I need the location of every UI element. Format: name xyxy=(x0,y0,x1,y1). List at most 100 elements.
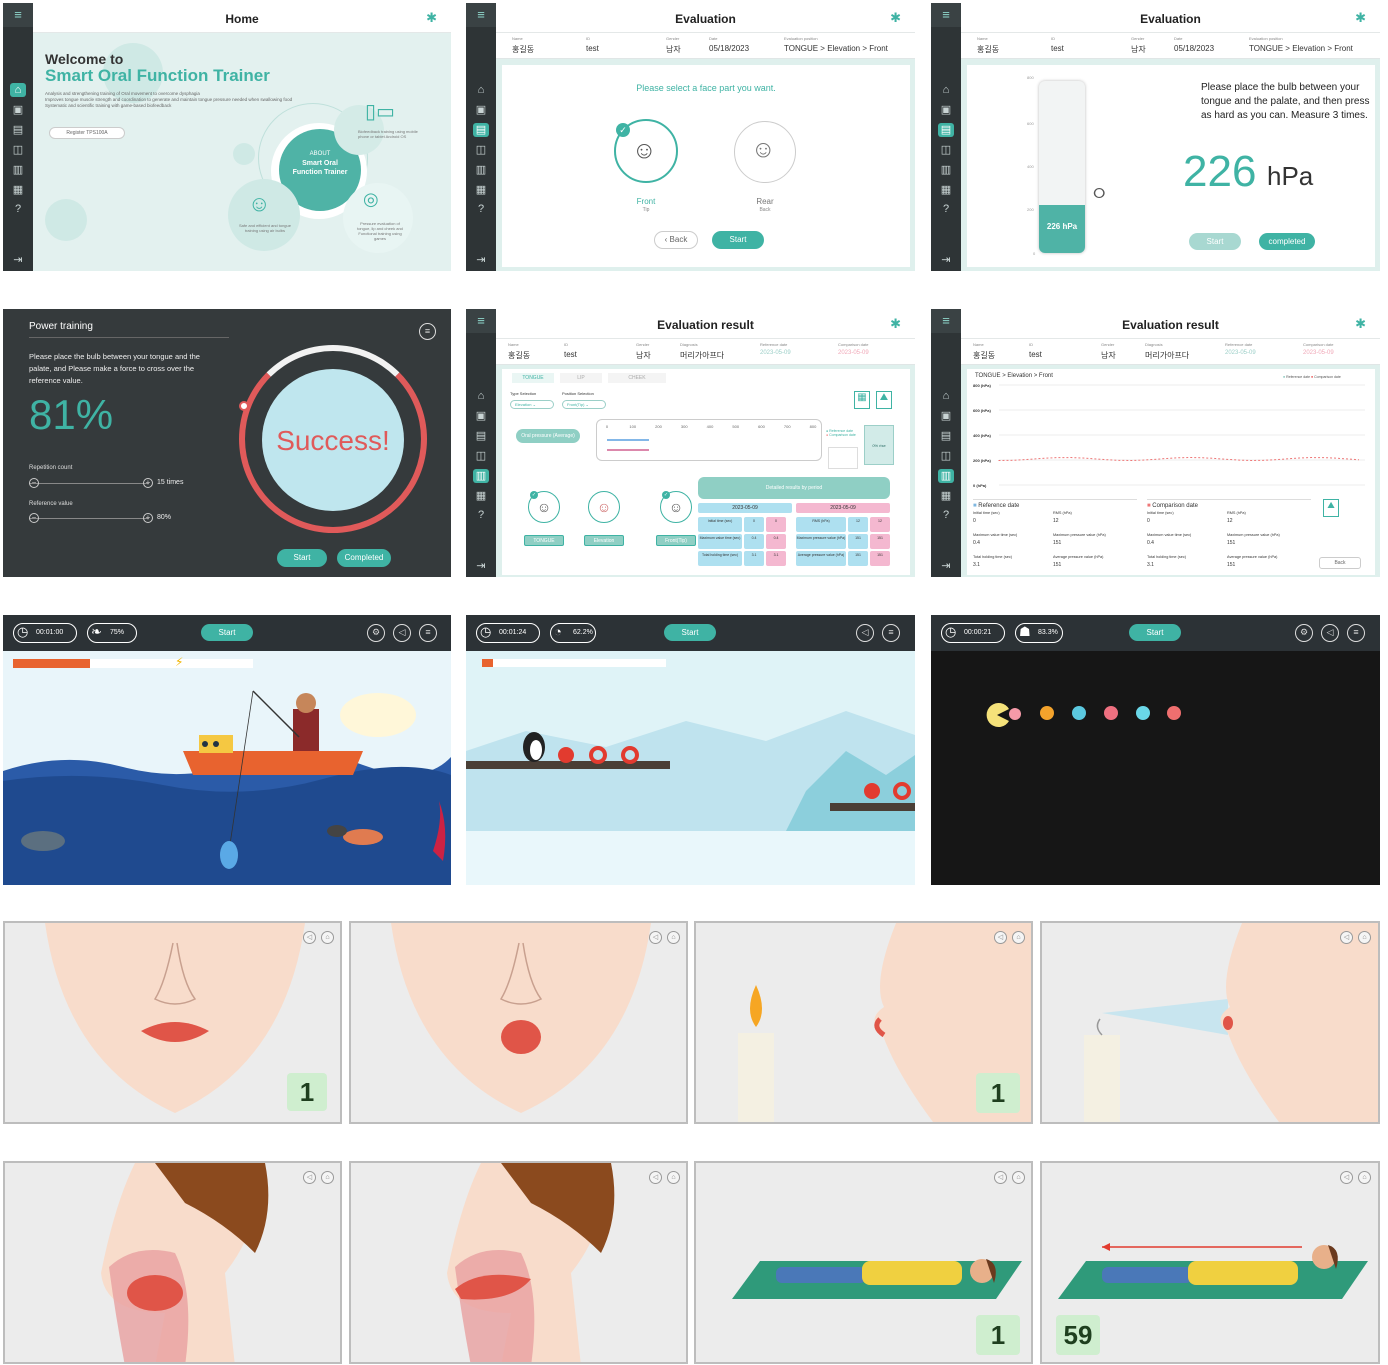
sound-icon[interactable]: ◁ xyxy=(303,931,316,944)
help-icon[interactable]: ? xyxy=(473,508,489,522)
home-icon[interactable]: ⌂ xyxy=(1358,1171,1371,1184)
sound-icon[interactable]: ◁ xyxy=(649,931,662,944)
game-icon[interactable]: ◫ xyxy=(938,449,954,463)
evaluation-icon[interactable]: ▣ xyxy=(473,409,489,423)
logout-icon[interactable]: ⇥ xyxy=(10,253,26,267)
register-button[interactable]: Register TPS100A xyxy=(49,127,125,139)
oral-pressure-button[interactable]: Oral pressure (Average) xyxy=(516,429,580,443)
menu-icon[interactable]: ≡ xyxy=(419,323,436,340)
completed-button[interactable]: completed xyxy=(1259,233,1315,250)
clipboard-icon[interactable]: ▤ xyxy=(938,429,954,443)
sound-icon[interactable]: ◁ xyxy=(856,624,874,642)
logout-icon[interactable]: ⇥ xyxy=(473,253,489,267)
stats-icon[interactable]: ▦ xyxy=(938,183,954,197)
help-icon[interactable]: ? xyxy=(938,508,954,522)
logout-icon[interactable]: ⇥ xyxy=(938,253,954,267)
comparison-date-cell[interactable]: Comparison date 2023-05-09 xyxy=(1303,342,1334,356)
sound-icon[interactable]: ◁ xyxy=(393,624,411,642)
chart-icon[interactable]: ▥ xyxy=(473,469,489,483)
home-icon[interactable]: ⌂ xyxy=(667,1171,680,1184)
evaluation-icon[interactable]: ▣ xyxy=(473,103,489,117)
start-button[interactable]: Start xyxy=(1129,624,1181,641)
home-icon[interactable]: ⌂ xyxy=(321,1171,334,1184)
home-icon[interactable]: ⌂ xyxy=(1012,1171,1025,1184)
stats-icon[interactable]: ▦ xyxy=(473,489,489,503)
bluetooth-icon[interactable]: ✱ xyxy=(890,316,901,332)
help-icon[interactable]: ? xyxy=(473,202,489,216)
plus-icon[interactable]: + xyxy=(143,478,153,488)
sound-icon[interactable]: ◁ xyxy=(649,1171,662,1184)
menu-icon[interactable]: ≡ xyxy=(882,624,900,642)
sound-icon[interactable]: ◁ xyxy=(1340,1171,1353,1184)
sound-icon[interactable]: ◁ xyxy=(1321,624,1339,642)
help-icon[interactable]: ? xyxy=(10,202,26,216)
clipboard-icon[interactable]: ▤ xyxy=(473,429,489,443)
clipboard-icon[interactable]: ▤ xyxy=(473,123,489,137)
menu-icon[interactable]: ≡ xyxy=(419,624,437,642)
settings-icon[interactable]: ⚙ xyxy=(1295,624,1313,642)
home-icon[interactable]: ⌂ xyxy=(938,83,954,97)
home-icon[interactable]: ⌂ xyxy=(1012,931,1025,944)
evaluation-icon[interactable]: ▣ xyxy=(10,103,26,117)
tab-lip[interactable]: LIP xyxy=(560,373,602,383)
home-icon[interactable]: ⌂ xyxy=(473,389,489,403)
evaluation-icon[interactable]: ▣ xyxy=(938,409,954,423)
menu-icon[interactable]: ≡ xyxy=(466,3,496,27)
settings-icon[interactable]: ⚙ xyxy=(367,624,385,642)
image-export-icon[interactable]: ⛰ xyxy=(876,391,892,409)
stats-icon[interactable]: ▦ xyxy=(473,183,489,197)
minus-icon[interactable]: − xyxy=(29,478,39,488)
plus-icon[interactable]: + xyxy=(143,513,153,523)
start-button[interactable]: Start xyxy=(1189,233,1241,250)
game-icon[interactable]: ◫ xyxy=(473,449,489,463)
sound-icon[interactable]: ◁ xyxy=(303,1171,316,1184)
start-button[interactable]: Start xyxy=(712,231,764,249)
reference-date-cell[interactable]: Reference date 2023-05-09 xyxy=(760,342,791,356)
sound-icon[interactable]: ◁ xyxy=(994,1171,1007,1184)
home-icon[interactable]: ⌂ xyxy=(938,389,954,403)
repetition-slider[interactable] xyxy=(29,483,149,484)
bluetooth-icon[interactable]: ✱ xyxy=(426,10,437,26)
minus-icon[interactable]: − xyxy=(29,513,39,523)
menu-icon[interactable]: ≡ xyxy=(931,3,961,27)
bluetooth-icon[interactable]: ✱ xyxy=(890,10,901,26)
chart-icon[interactable]: ▥ xyxy=(938,469,954,483)
reference-slider[interactable] xyxy=(29,518,149,519)
chart-icon[interactable]: ▥ xyxy=(473,163,489,177)
start-button[interactable]: Start xyxy=(201,624,253,641)
logout-icon[interactable]: ⇥ xyxy=(473,559,489,573)
game-icon[interactable]: ◫ xyxy=(10,143,26,157)
completed-button[interactable]: Completed xyxy=(337,549,391,567)
reference-date-cell[interactable]: Reference date 2023-05-09 xyxy=(1225,342,1256,356)
chart-icon[interactable]: ▥ xyxy=(10,163,26,177)
menu-icon[interactable]: ≡ xyxy=(931,309,961,333)
sound-icon[interactable]: ◁ xyxy=(1340,931,1353,944)
stats-icon[interactable]: ▦ xyxy=(938,489,954,503)
home-icon[interactable]: ⌂ xyxy=(473,83,489,97)
logout-icon[interactable]: ⇥ xyxy=(938,559,954,573)
back-button[interactable]: Back xyxy=(1319,557,1361,569)
tab-cheek[interactable]: CHEEK xyxy=(608,373,666,383)
start-button[interactable]: Start xyxy=(664,624,716,641)
back-button[interactable]: ‹ Back xyxy=(654,231,698,249)
bluetooth-icon[interactable]: ✱ xyxy=(1355,10,1366,26)
type-select[interactable]: Elevation ⌄ xyxy=(510,400,554,409)
home-icon[interactable]: ⌂ xyxy=(1358,931,1371,944)
image-export-icon[interactable]: ⛰ xyxy=(1323,499,1339,517)
start-button[interactable]: Start xyxy=(277,549,327,567)
clipboard-icon[interactable]: ▤ xyxy=(10,123,26,137)
chart-icon[interactable]: ▥ xyxy=(938,163,954,177)
bluetooth-icon[interactable]: ✱ xyxy=(1355,316,1366,332)
home-icon[interactable]: ⌂ xyxy=(321,931,334,944)
menu-icon[interactable]: ≡ xyxy=(3,3,33,27)
game-icon[interactable]: ◫ xyxy=(938,143,954,157)
rear-option[interactable]: ☺ xyxy=(734,121,796,183)
evaluation-icon[interactable]: ▣ xyxy=(938,103,954,117)
tab-tongue[interactable]: TONGUE xyxy=(512,373,554,383)
home-icon[interactable]: ⌂ xyxy=(10,83,26,97)
clipboard-icon[interactable]: ▤ xyxy=(938,123,954,137)
help-icon[interactable]: ? xyxy=(938,202,954,216)
game-icon[interactable]: ◫ xyxy=(473,143,489,157)
stats-icon[interactable]: ▦ xyxy=(10,183,26,197)
comparison-date-cell[interactable]: Comparison date 2023-05-09 xyxy=(838,342,869,356)
